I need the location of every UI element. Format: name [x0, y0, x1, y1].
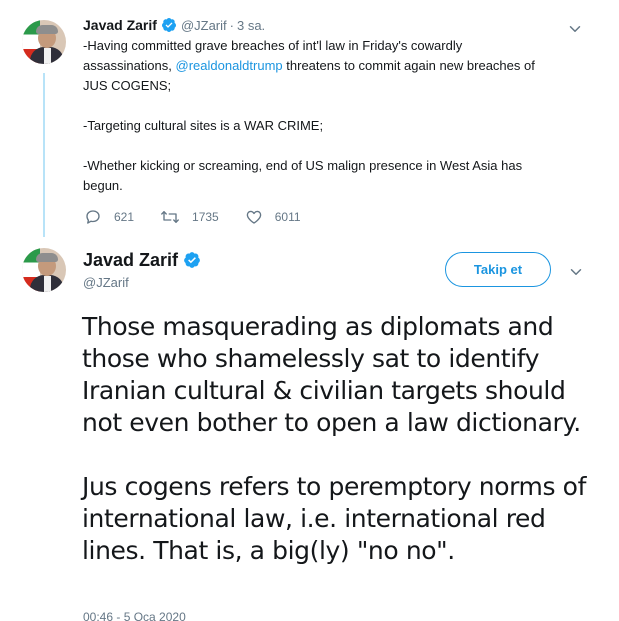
chevron-down-icon[interactable]	[567, 263, 585, 281]
tweet-text-line: JUS COGENS;	[83, 78, 172, 93]
tweet-text-paragraph: Jus cogens refers to peremptory norms of…	[82, 472, 586, 565]
thread-line	[43, 73, 45, 237]
reply-button[interactable]: 621	[84, 208, 134, 226]
retweet-count: 1735	[192, 210, 219, 224]
tweet-text-paragraph: Those masquerading as diplomats and thos…	[82, 312, 581, 437]
author-handle[interactable]: @JZarif	[83, 275, 129, 290]
tweet-header: Javad Zarif @JZarif · 3 sa.	[83, 16, 265, 34]
retweet-button[interactable]: 1735	[160, 208, 219, 226]
follow-button[interactable]: Takip et	[445, 252, 551, 287]
avatar[interactable]	[22, 20, 66, 64]
tweet-text-paragraph: -Targeting cultural sites is a WAR CRIME…	[83, 118, 324, 133]
mention-link[interactable]: @realdonaldtrump	[176, 58, 283, 73]
tweet-text: -Having committed grave breaches of int'…	[83, 36, 593, 196]
verified-badge-icon	[161, 18, 176, 32]
tweet-actions: 621 1735 6011	[84, 207, 327, 227]
tweet-text-paragraph: -Whether kicking or screaming, end of US…	[83, 158, 523, 193]
retweet-icon	[161, 211, 179, 223]
heart-icon	[246, 210, 261, 224]
author-handle[interactable]: @JZarif	[181, 18, 227, 33]
tweet-time[interactable]: 3 sa.	[237, 18, 265, 33]
reply-icon	[86, 210, 100, 224]
author-name[interactable]: Javad Zarif	[83, 17, 157, 33]
separator-dot: ·	[229, 17, 234, 33]
reply-count: 621	[114, 210, 135, 224]
tweet-text-line: assassinations, @realdonaldtrump threate…	[83, 58, 535, 73]
tweet-text-line: -Having committed grave breaches of int'…	[83, 38, 463, 53]
avatar[interactable]	[22, 248, 66, 292]
tweet-timestamp[interactable]: 00:46 - 5 Oca 2020	[83, 610, 186, 621]
author-name[interactable]: Javad Zarif	[83, 250, 178, 271]
author-name-row: Javad Zarif	[83, 249, 201, 271]
like-button[interactable]: 6011	[245, 208, 301, 226]
verified-badge-icon	[184, 252, 200, 268]
tweet-text: Those masquerading as diplomats and thos…	[82, 311, 602, 567]
like-count: 6011	[274, 210, 301, 224]
